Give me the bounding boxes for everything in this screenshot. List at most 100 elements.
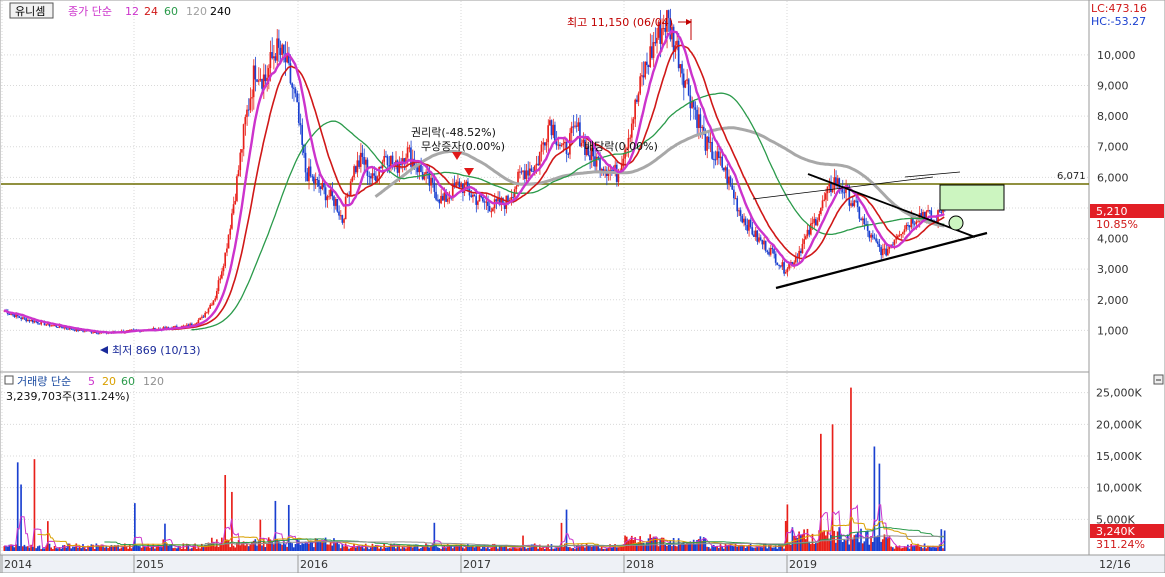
volume-bar[interactable] xyxy=(154,548,156,551)
volume-bar[interactable] xyxy=(21,546,24,551)
volume-bar[interactable] xyxy=(567,547,570,551)
volume-bar[interactable] xyxy=(861,543,864,551)
candle-body[interactable] xyxy=(510,196,513,200)
volume-bar[interactable] xyxy=(537,548,539,551)
candle-body[interactable] xyxy=(339,215,342,217)
volume-bar[interactable] xyxy=(617,547,620,551)
volume-bar[interactable] xyxy=(548,549,551,551)
volume-bar[interactable] xyxy=(93,549,96,551)
volume-bar[interactable] xyxy=(205,546,208,551)
target-box[interactable] xyxy=(939,184,1005,211)
volume-bar[interactable] xyxy=(841,542,844,551)
candle-body[interactable] xyxy=(351,177,354,182)
candle-body[interactable] xyxy=(45,324,48,326)
volume-bar[interactable] xyxy=(604,548,606,551)
volume-bar[interactable] xyxy=(172,548,175,551)
volume-bar[interactable] xyxy=(50,547,53,551)
candle-body[interactable] xyxy=(52,325,54,327)
candle-body[interactable] xyxy=(709,141,712,143)
candle-body[interactable] xyxy=(185,324,188,326)
volume-bar[interactable] xyxy=(137,546,140,551)
candle-body[interactable] xyxy=(518,171,521,173)
candle-body[interactable] xyxy=(808,229,810,235)
volume-bar[interactable] xyxy=(47,521,49,551)
volume-bar[interactable] xyxy=(533,543,536,551)
candle-body[interactable] xyxy=(431,177,434,183)
candle-body[interactable] xyxy=(927,210,929,212)
volume-bar[interactable] xyxy=(28,547,31,551)
candle-body[interactable] xyxy=(522,170,524,173)
candle-body[interactable] xyxy=(207,308,210,313)
volume-bar[interactable] xyxy=(443,545,446,551)
candle-body[interactable] xyxy=(373,173,375,176)
candle-body[interactable] xyxy=(766,250,769,252)
volume-bar[interactable] xyxy=(933,547,936,551)
volume-bar[interactable] xyxy=(575,545,578,551)
volume-bar[interactable] xyxy=(294,543,297,551)
volume-bar[interactable] xyxy=(814,543,817,551)
candle-body[interactable] xyxy=(883,248,886,250)
volume-bar[interactable] xyxy=(666,545,668,551)
candle-body[interactable] xyxy=(384,156,387,158)
volume-bar[interactable] xyxy=(480,548,483,551)
volume-bar[interactable] xyxy=(733,546,735,551)
candle-body[interactable] xyxy=(363,156,365,165)
volume-bar[interactable] xyxy=(565,509,568,551)
volume-bar[interactable] xyxy=(527,547,529,551)
volume-bar[interactable] xyxy=(38,545,41,551)
candle-body[interactable] xyxy=(880,247,882,256)
candle-body[interactable] xyxy=(202,316,205,318)
volume-bar[interactable] xyxy=(525,548,528,551)
candle-body[interactable] xyxy=(482,197,484,202)
candle-body[interactable] xyxy=(917,221,919,223)
candle-body[interactable] xyxy=(246,109,248,118)
volume-bar[interactable] xyxy=(843,539,846,551)
candle-body[interactable] xyxy=(8,313,11,315)
candle-body[interactable] xyxy=(776,262,779,265)
volume-bar[interactable] xyxy=(754,547,757,551)
volume-bar[interactable] xyxy=(77,547,79,551)
candle-body[interactable] xyxy=(818,214,821,221)
candle-body[interactable] xyxy=(749,219,752,228)
candle-body[interactable] xyxy=(759,237,762,241)
candle-body[interactable] xyxy=(477,201,479,205)
candle-body[interactable] xyxy=(898,235,901,237)
candle-body[interactable] xyxy=(853,200,856,206)
candle-body[interactable] xyxy=(530,168,533,172)
volume-bar[interactable] xyxy=(816,543,819,551)
candle-body[interactable] xyxy=(768,251,770,255)
candle-body[interactable] xyxy=(736,198,739,212)
candle-body[interactable] xyxy=(903,229,906,233)
volume-bar[interactable] xyxy=(368,549,370,551)
candle-body[interactable] xyxy=(727,176,730,184)
volume-bar[interactable] xyxy=(490,547,493,551)
volume-bar[interactable] xyxy=(160,547,163,551)
candle-body[interactable] xyxy=(642,75,645,78)
volume-bar[interactable] xyxy=(343,546,345,551)
candle-body[interactable] xyxy=(913,223,916,225)
candle-body[interactable] xyxy=(316,179,319,181)
candle-body[interactable] xyxy=(806,229,809,237)
volume-bar[interactable] xyxy=(714,546,717,551)
candle-body[interactable] xyxy=(661,28,663,44)
candle-body[interactable] xyxy=(294,88,297,94)
volume-bar[interactable] xyxy=(908,548,911,551)
candle-body[interactable] xyxy=(296,93,298,103)
volume-bar[interactable] xyxy=(229,547,232,551)
volume-bar[interactable] xyxy=(788,544,790,551)
candle-body[interactable] xyxy=(868,230,871,238)
candle-body[interactable] xyxy=(577,122,580,127)
candle-body[interactable] xyxy=(687,79,690,96)
candle-body[interactable] xyxy=(828,184,831,187)
volume-bar[interactable] xyxy=(326,544,329,551)
candle-body[interactable] xyxy=(222,266,225,272)
candle-body[interactable] xyxy=(28,319,31,322)
volume-bar[interactable] xyxy=(753,547,755,551)
volume-bar[interactable] xyxy=(569,547,571,551)
candle-body[interactable] xyxy=(907,224,909,226)
volume-bar[interactable] xyxy=(95,543,98,551)
candle-body[interactable] xyxy=(901,232,904,235)
candle-body[interactable] xyxy=(574,125,576,127)
candle-body[interactable] xyxy=(358,160,360,167)
candle-body[interactable] xyxy=(369,176,372,179)
